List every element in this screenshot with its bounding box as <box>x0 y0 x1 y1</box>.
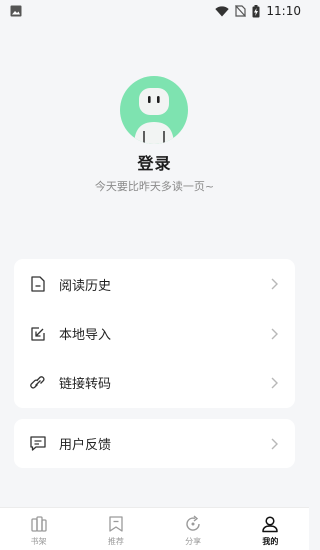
feedback-card: 用户反馈 <box>14 419 295 468</box>
tab-label: 推荐 <box>107 537 124 546</box>
tab-share[interactable]: 分享 <box>155 508 232 550</box>
history-doc-icon <box>30 276 46 292</box>
no-sim-icon <box>235 5 247 17</box>
tab-profile[interactable]: 我的 <box>232 508 309 550</box>
avatar-robot-icon <box>134 88 174 144</box>
import-icon <box>30 326 46 342</box>
share-refresh-icon <box>183 514 203 534</box>
tab-label: 书架 <box>30 537 47 546</box>
status-bar: 11:10 <box>0 0 309 22</box>
chevron-right-icon <box>269 376 279 390</box>
login-subtitle: 今天要比昨天多读一页~ <box>94 180 215 193</box>
avatar[interactable] <box>120 76 188 144</box>
menu-item-user-feedback[interactable]: 用户反馈 <box>14 419 295 468</box>
chevron-right-icon <box>269 277 279 291</box>
menu-item-link-transcode[interactable]: 链接转码 <box>14 358 295 407</box>
bottom-nav: 书架 推荐 分享 我的 <box>0 507 309 550</box>
tab-label: 分享 <box>185 537 202 546</box>
menu-item-label: 本地导入 <box>59 328 112 343</box>
link-icon <box>30 375 46 391</box>
screen: 11:10 登录 今天要比昨天多读一页~ 阅读历史 本地导入 链接转码 用户反馈… <box>0 0 309 550</box>
menu-item-local-import[interactable]: 本地导入 <box>14 309 295 358</box>
menu-item-label: 链接转码 <box>59 377 112 392</box>
tab-label: 我的 <box>262 537 279 546</box>
login-title[interactable]: 登录 <box>0 150 309 174</box>
menu-item-label: 阅读历史 <box>59 278 112 294</box>
status-right: 11:10 <box>215 4 301 18</box>
tab-bookshelf[interactable]: 书架 <box>0 508 77 550</box>
battery-charging-icon <box>252 4 260 18</box>
image-notification-icon <box>10 5 22 17</box>
wifi-icon <box>215 5 230 17</box>
feedback-message-icon <box>30 436 46 452</box>
menu-item-label: 用户反馈 <box>59 438 112 453</box>
menu-card: 阅读历史 本地导入 链接转码 <box>14 259 295 408</box>
chevron-right-icon <box>269 327 279 341</box>
status-left <box>10 5 22 17</box>
chevron-right-icon <box>269 437 279 451</box>
profile-user-icon <box>260 514 280 534</box>
status-time: 11:10 <box>266 4 301 18</box>
menu-item-reading-history[interactable]: 阅读历史 <box>14 259 295 309</box>
bookshelf-icon <box>29 514 49 534</box>
recommend-bookmark-icon <box>106 514 126 534</box>
tab-recommend[interactable]: 推荐 <box>77 508 154 550</box>
